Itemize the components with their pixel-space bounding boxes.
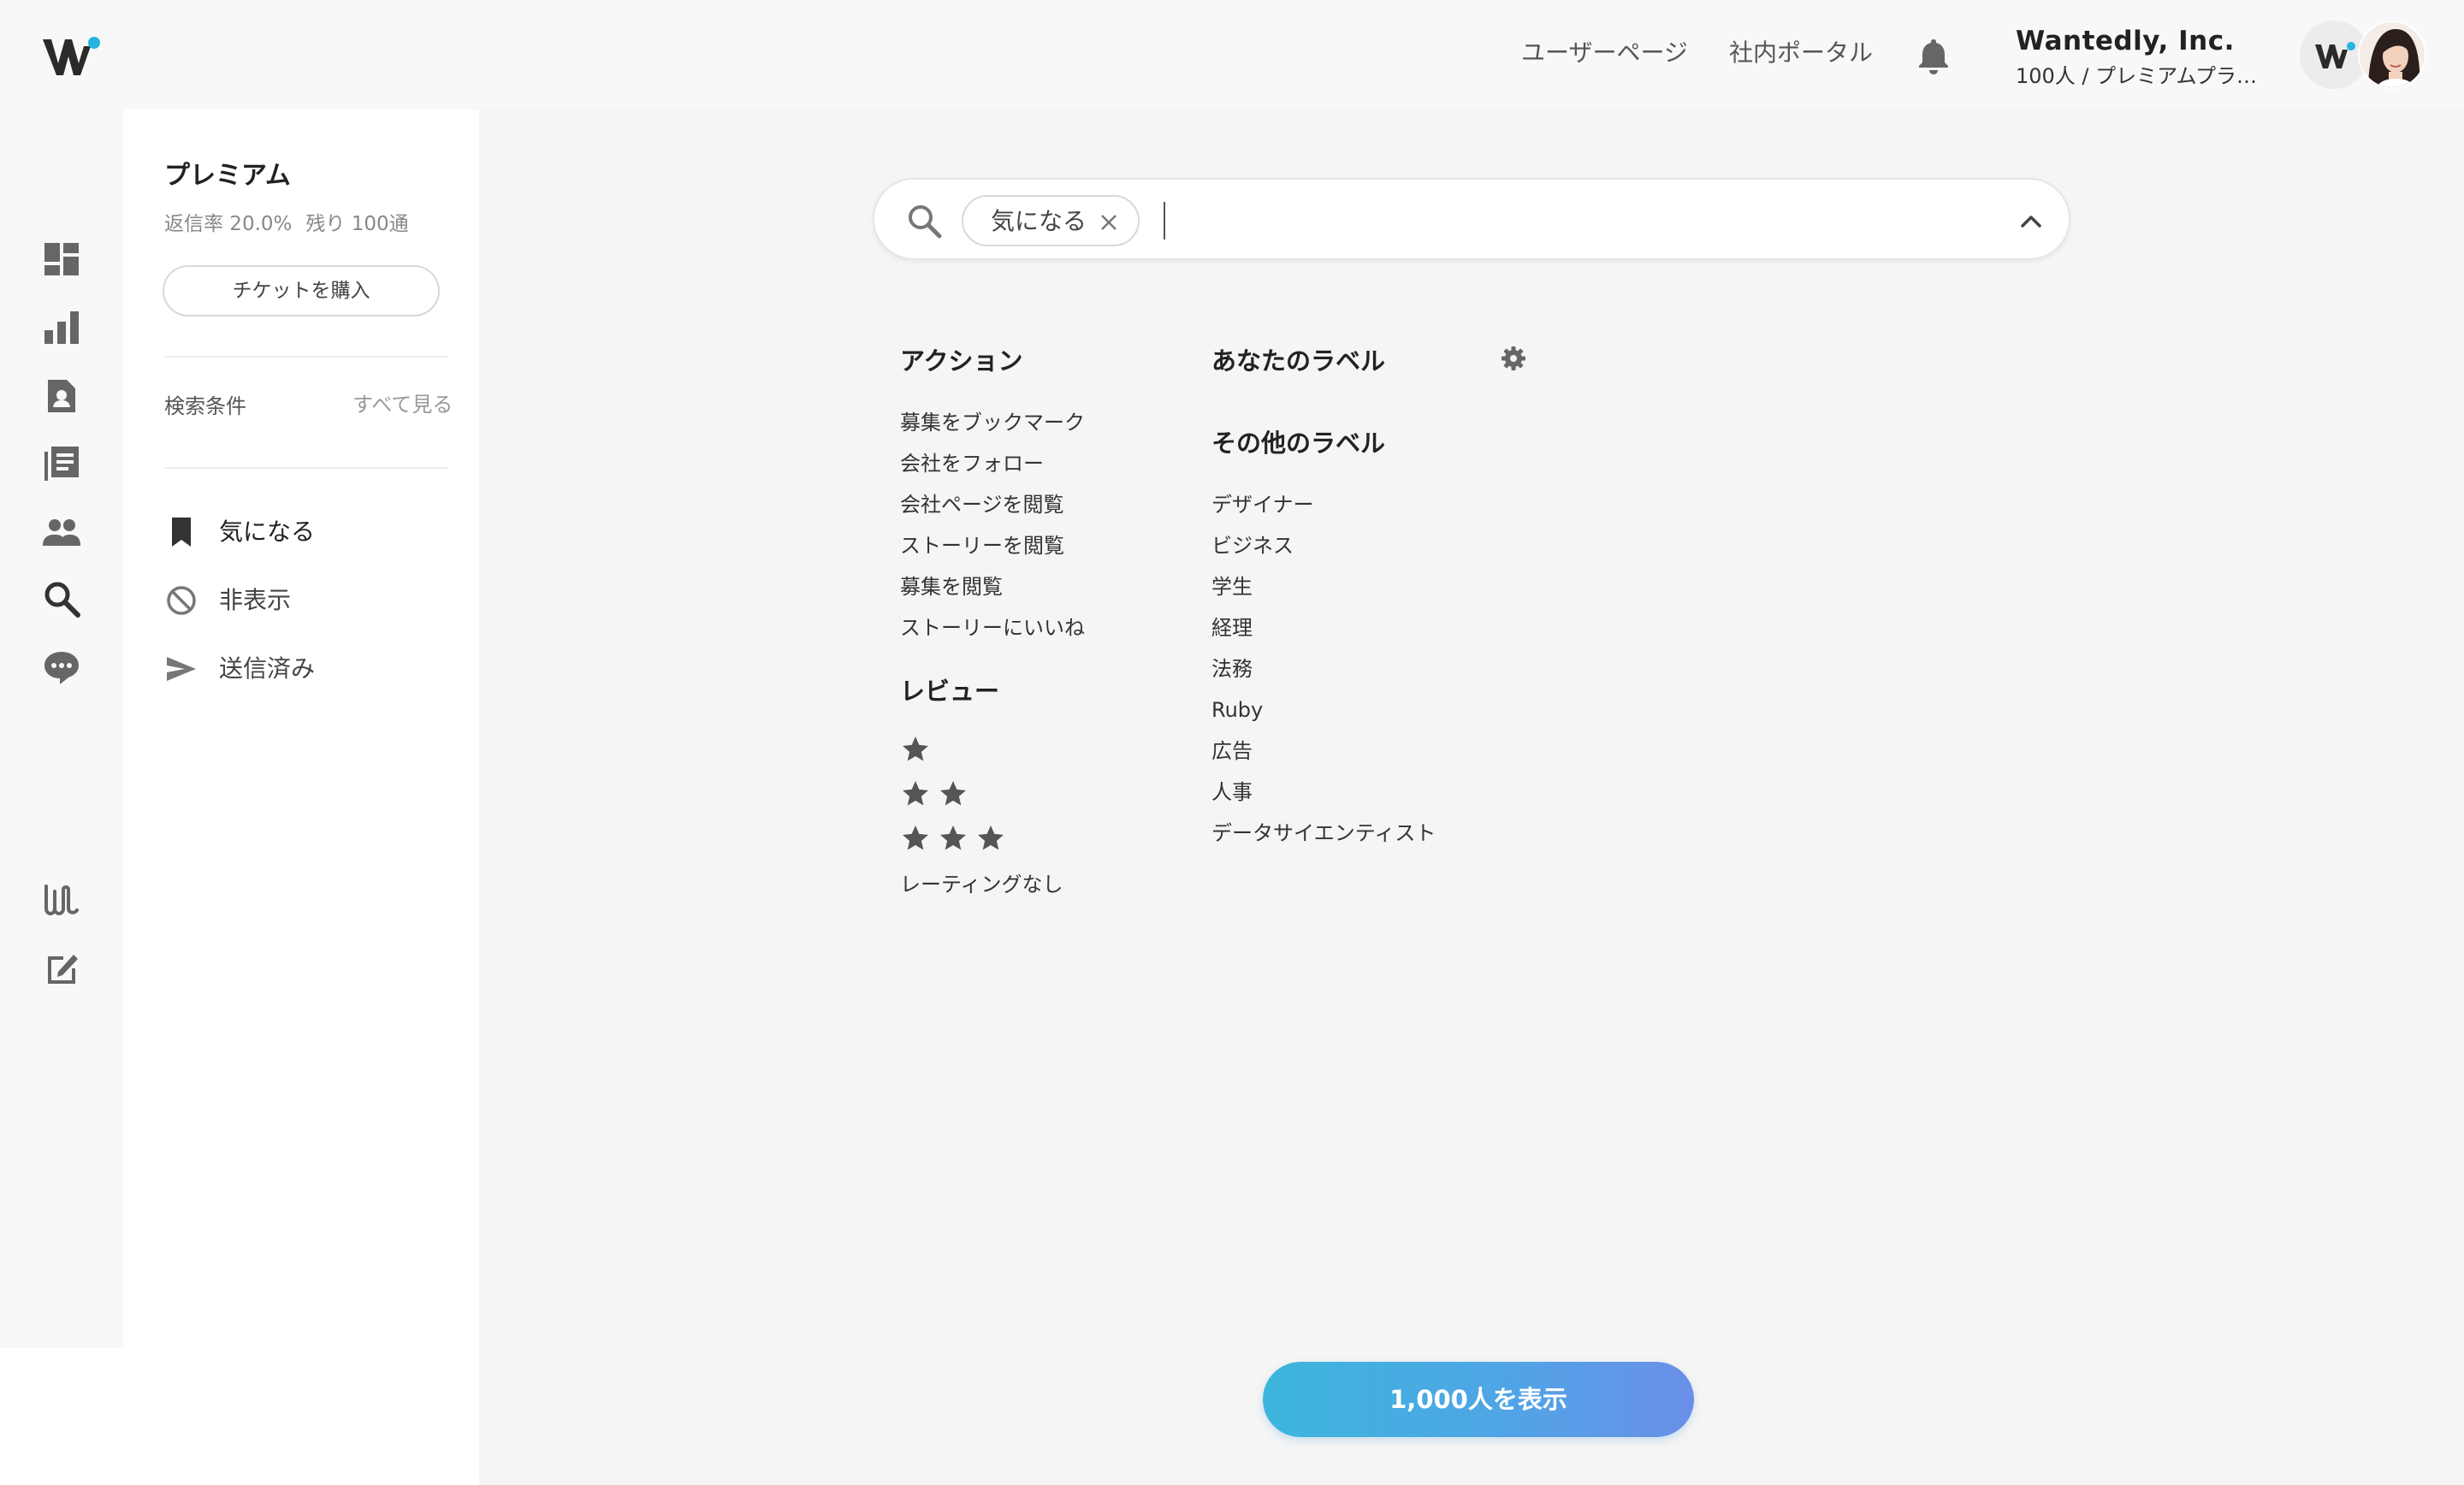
filter-option-label[interactable]: ビジネス [1211, 530, 1294, 561]
wantedly-people-icon[interactable] [41, 879, 82, 920]
filter-option-label[interactable]: 広告 [1211, 736, 1253, 766]
user-avatar[interactable] [2358, 21, 2426, 89]
filter-option-label[interactable]: Ruby [1211, 695, 1263, 725]
other-labels-heading: その他のラベル [1211, 429, 1386, 458]
divider [164, 356, 448, 358]
articles-icon[interactable] [41, 443, 82, 484]
filter-option-label[interactable]: デザイナー [1211, 489, 1314, 520]
plan-title: プレミアム [164, 161, 291, 191]
profile-document-icon[interactable] [41, 375, 82, 416]
search-bar[interactable]: 気になる [873, 178, 2070, 260]
nav-company-portal-link[interactable]: 社内ポータル [1729, 36, 1873, 70]
divider [164, 467, 448, 469]
edit-compose-icon[interactable] [41, 948, 82, 989]
see-all-link[interactable]: すべて見る [352, 390, 453, 419]
close-icon[interactable] [1097, 210, 1121, 234]
your-labels-heading: あなたのラベル [1211, 346, 1386, 376]
filter-chip-bookmarked: 気になる [962, 195, 1140, 246]
filter-option-label[interactable]: 法務 [1211, 654, 1253, 684]
people-icon[interactable] [41, 512, 82, 553]
send-icon [167, 657, 196, 681]
sidebar-item-bookmarked[interactable]: 気になる [164, 508, 455, 556]
filter-option-action[interactable]: 募集を閲覧 [900, 571, 1003, 602]
sidebar-item-label: 送信済み [219, 654, 316, 683]
top-header: ユーザーページ 社内ポータル Wantedly, Inc. 100人 / プレミ… [0, 0, 2464, 109]
gear-icon[interactable] [1501, 346, 1526, 371]
star-icon [903, 781, 928, 806]
rating-option-none[interactable]: レーティングなし [900, 869, 1063, 900]
buy-ticket-button[interactable]: チケットを購入 [163, 265, 440, 317]
filter-option-action[interactable]: 会社をフォロー [900, 448, 1044, 479]
chevron-up-icon[interactable] [2017, 209, 2045, 233]
icon-rail [0, 109, 123, 1348]
main-content: 気になる アクション 募集をブックマーク 会社をフォロー 会社ページを閲覧 スト… [479, 109, 2464, 1485]
review-heading: レビュー [900, 677, 1000, 706]
filter-option-label[interactable]: 学生 [1211, 571, 1253, 602]
filter-option-label[interactable]: データサイエンティスト [1211, 818, 1436, 849]
rating-option-3-stars[interactable] [900, 823, 1013, 857]
star-icon [903, 737, 928, 761]
filter-option-action[interactable]: ストーリーにいいね [900, 612, 1085, 643]
filter-chip-label: 気になる [991, 207, 1087, 235]
actions-heading: アクション [900, 346, 1023, 376]
search-input[interactable] [1170, 195, 1940, 246]
filter-option-action[interactable]: 募集をブックマーク [900, 407, 1085, 438]
star-icon [940, 781, 966, 806]
filter-option-action[interactable]: 会社ページを閲覧 [900, 489, 1064, 520]
user-photo-icon [2360, 22, 2425, 87]
search-icon [909, 205, 942, 239]
analytics-chart-icon[interactable] [41, 306, 82, 347]
filter-option-label[interactable]: 人事 [1211, 777, 1253, 808]
filter-sidebar: プレミアム 返信率 20.0% 残り 100通 チケットを購入 検索条件 すべて見… [123, 109, 479, 1458]
text-cursor [1164, 202, 1165, 240]
show-results-button[interactable]: 1,000人を表示 [1263, 1362, 1694, 1437]
star-icon [978, 825, 1004, 850]
star-icon [903, 825, 928, 850]
notification-bell-icon[interactable] [1915, 36, 1952, 75]
sidebar-item-sent[interactable]: 送信済み [164, 645, 455, 693]
wantedly-logo-icon[interactable] [41, 34, 103, 79]
sidebar-item-label: 非表示 [219, 586, 292, 614]
chat-icon[interactable] [41, 647, 82, 688]
company-plan: 100人 / プレミアムプラン... [2016, 64, 2272, 88]
plan-stats: 返信率 20.0% 残り 100通 [164, 210, 423, 238]
block-icon [167, 586, 196, 615]
rating-option-2-stars[interactable] [900, 778, 975, 813]
reply-rate: 返信率 20.0% [164, 213, 293, 235]
search-conditions-label: 検索条件 [164, 394, 246, 418]
sidebar-item-hidden[interactable]: 非表示 [164, 577, 455, 624]
rating-option-1-star[interactable] [900, 734, 938, 768]
filter-option-label[interactable]: 経理 [1211, 612, 1253, 643]
nav-user-page-link[interactable]: ユーザーページ [1521, 36, 1688, 70]
search-nav-icon[interactable] [41, 578, 82, 619]
filter-option-action[interactable]: ストーリーを閲覧 [900, 530, 1064, 561]
page: ユーザーページ 社内ポータル Wantedly, Inc. 100人 / プレミ… [0, 0, 2464, 1485]
bookmark-icon [172, 518, 191, 547]
star-icon [940, 825, 966, 850]
sidebar-item-label: 気になる [219, 518, 316, 546]
remaining-messages: 残り 100通 [305, 213, 409, 235]
dashboard-icon[interactable] [41, 238, 82, 279]
company-name: Wantedly, Inc. [2016, 26, 2235, 56]
